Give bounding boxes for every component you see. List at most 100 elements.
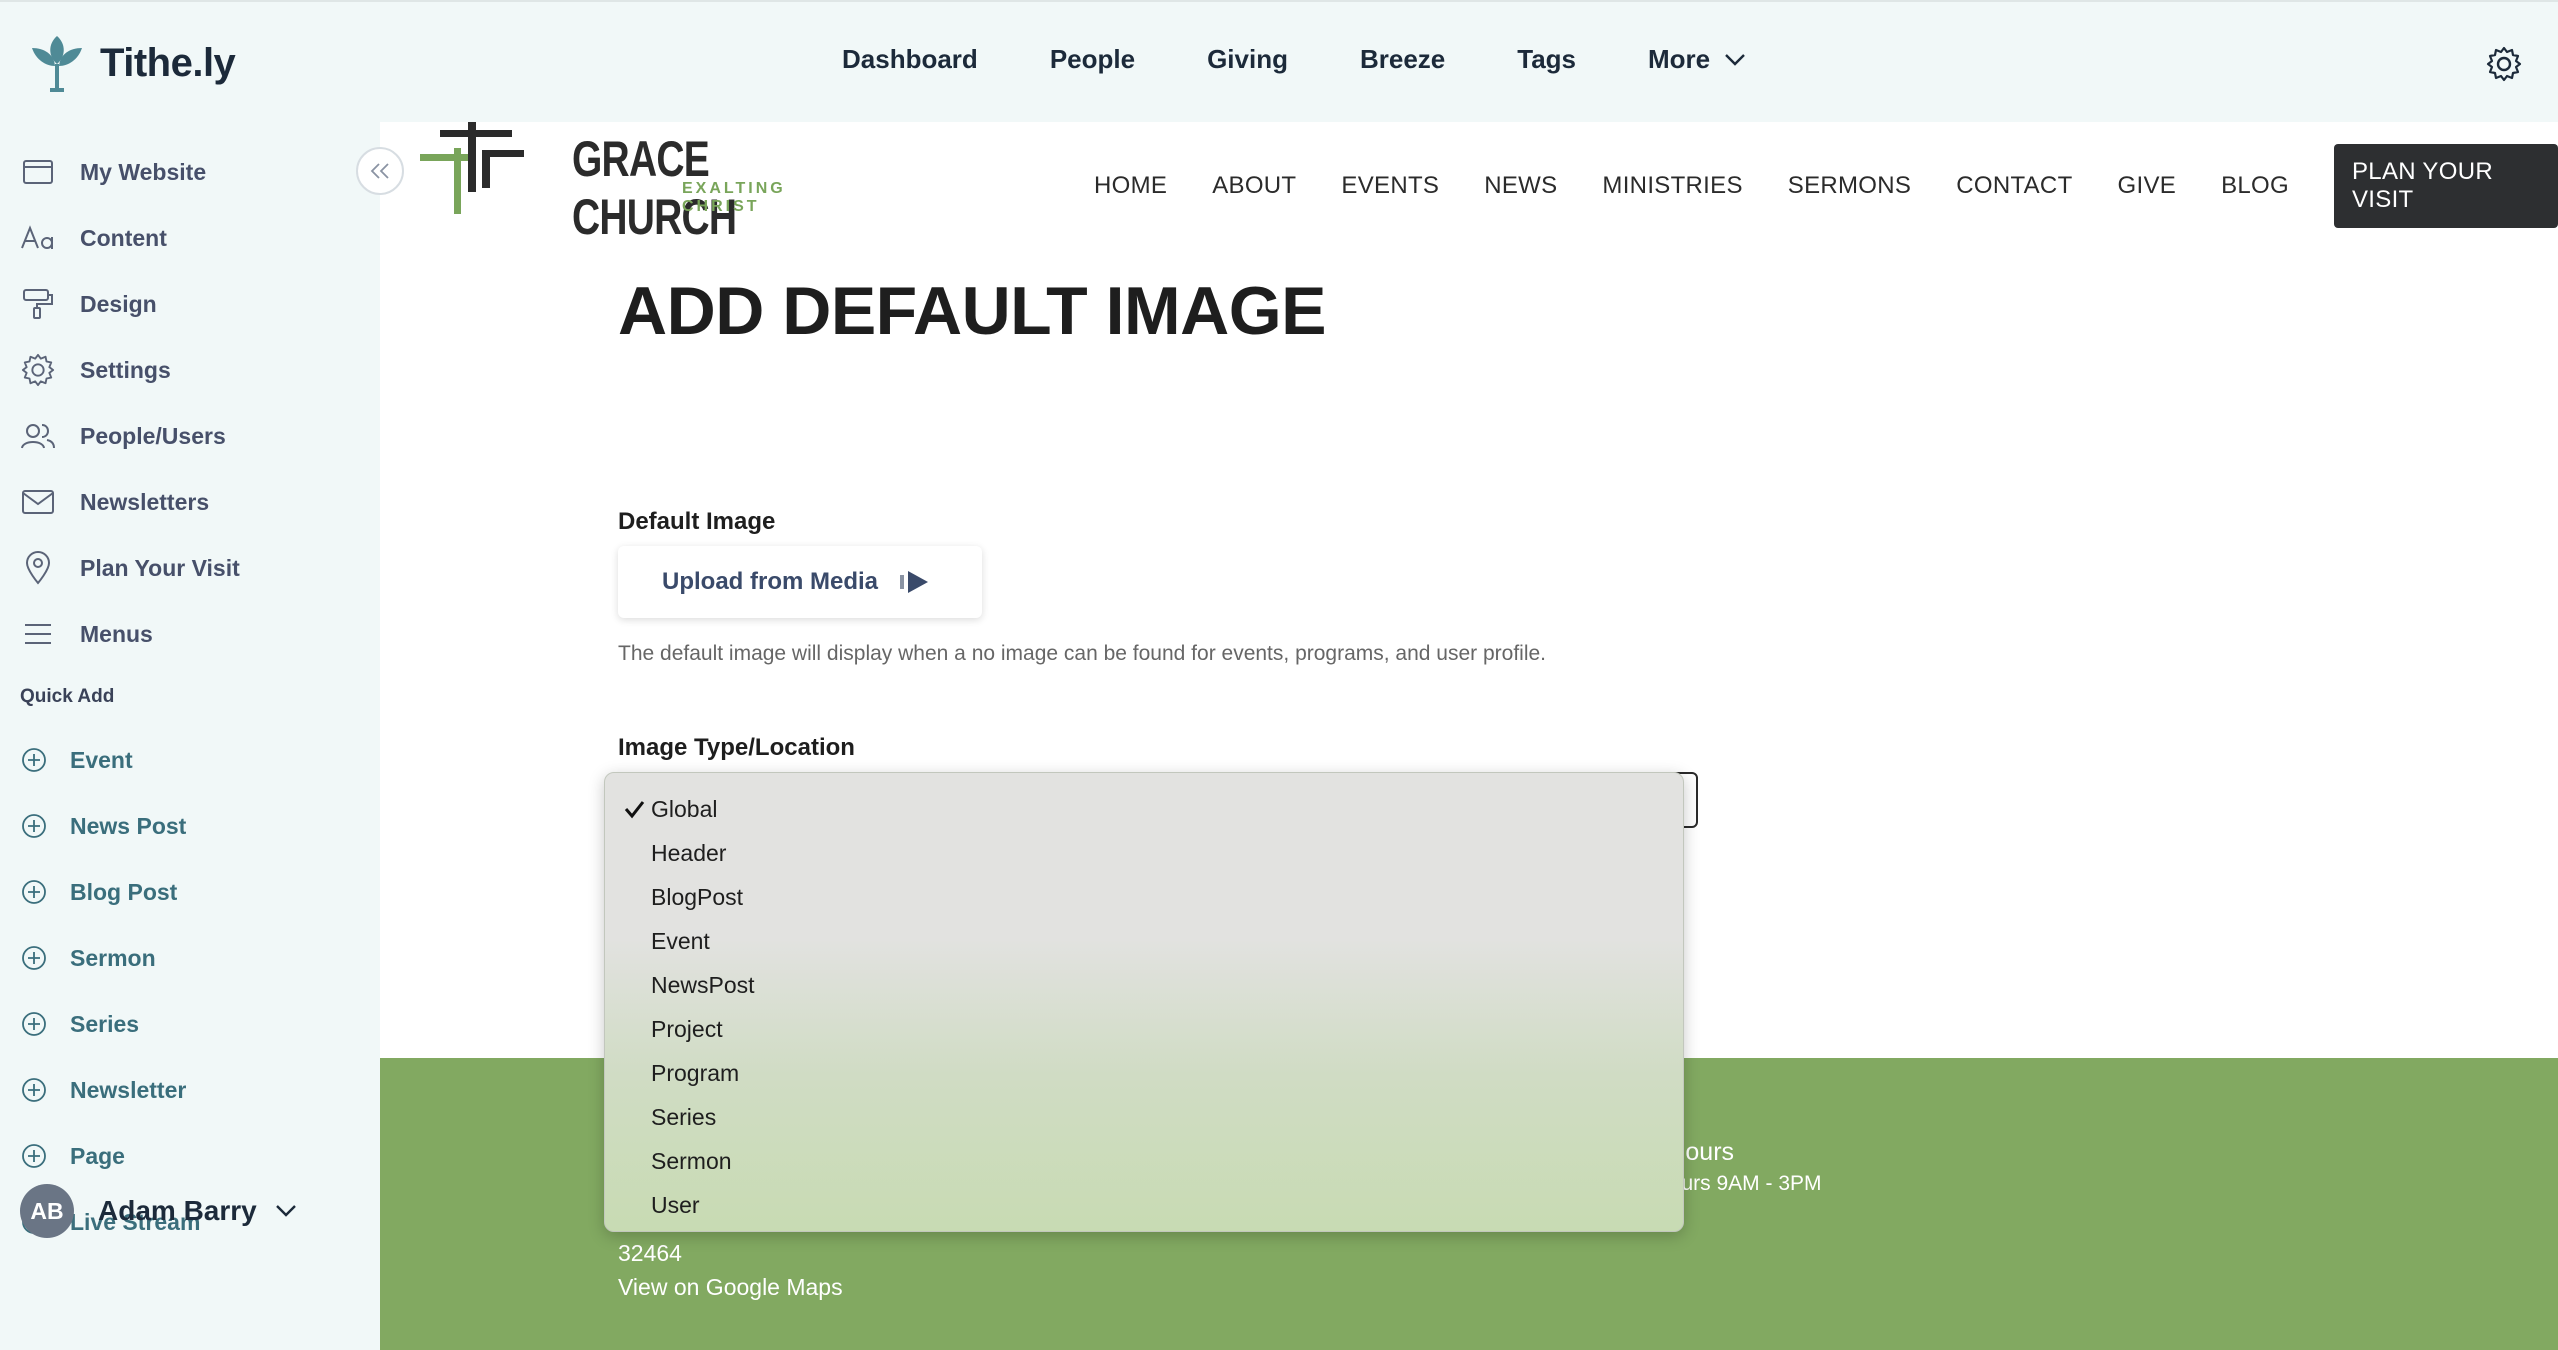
dropdown-option-label: BlogPost [651,883,744,910]
nav-people[interactable]: People [1050,44,1135,75]
sidebar-item-my-website[interactable]: My Website [20,150,206,194]
dropdown-option-user[interactable]: User [605,1183,1683,1227]
sidebar-item-newsletters[interactable]: Newsletters [20,480,209,524]
users-icon [20,418,56,454]
sidebar-item-people-users[interactable]: People/Users [20,414,226,458]
image-type-label: Image Type/Location [618,734,855,761]
sidebar-item-menus[interactable]: Menus [20,612,153,656]
dropdown-option-blogpost[interactable]: BlogPost [605,875,1683,919]
top-bar: Tithe.ly Dashboard People Giving Breeze … [0,0,2558,122]
quick-add-series[interactable]: Series [20,1004,139,1044]
top-nav: Dashboard People Giving Breeze Tags More [842,44,1746,75]
double-chevron-left-icon [370,163,389,179]
quick-add-label: News Post [70,812,187,839]
media-play-icon [900,571,929,593]
sidebar-item-label: My Website [80,158,207,185]
user-menu[interactable]: AB Adam Barry [20,1184,297,1238]
site-header: GRACE CHURCH EXALTING CHRIST HOME ABOUT … [380,122,2558,245]
plus-circle-icon [22,946,46,970]
dropdown-option-sermon[interactable]: Sermon [605,1139,1683,1183]
browser-window-icon [20,154,56,190]
dropdown-option-label: Global [651,795,718,822]
nav-breeze[interactable]: Breeze [1360,44,1445,75]
quick-add-news-post[interactable]: News Post [20,806,186,846]
site-nav-events[interactable]: EVENTS [1341,172,1439,200]
quick-add-label: Sermon [70,944,156,971]
nav-more[interactable]: More [1648,44,1746,75]
dropdown-option-project[interactable]: Project [605,1007,1683,1051]
paint-roller-icon [20,286,56,322]
quick-add-page[interactable]: Page [20,1136,125,1176]
quick-add-label: Event [70,746,133,773]
map-pin-icon [20,550,56,586]
plus-circle-icon [22,1078,46,1102]
cross-logo-icon [420,122,524,214]
typography-icon [20,220,56,256]
dropdown-option-program[interactable]: Program [605,1051,1683,1095]
checkmark-icon [624,801,645,819]
quick-add-newsletter[interactable]: Newsletter [20,1070,186,1110]
chevron-down-icon [1725,53,1745,66]
church-logo[interactable]: GRACE CHURCH EXALTING CHRIST [410,122,830,245]
plus-circle-icon [22,814,46,838]
dropdown-option-event[interactable]: Event [605,919,1683,963]
dropdown-option-label: Project [651,1015,723,1042]
gear-icon[interactable] [2486,46,2522,82]
sidebar-item-label: Design [80,290,157,317]
sidebar-item-label: Plan Your Visit [80,554,240,581]
dropdown-option-label: Header [651,839,727,866]
site-nav-home[interactable]: HOME [1094,172,1167,200]
dropdown-option-label: User [651,1191,700,1218]
site-nav-blog[interactable]: BLOG [2221,172,2289,200]
image-type-dropdown: Global Header BlogPost Event NewsPost Pr… [604,772,1684,1232]
quick-add-title: Quick Add [20,686,115,707]
nav-tags[interactable]: Tags [1517,44,1576,75]
nav-giving[interactable]: Giving [1207,44,1288,75]
sidebar-item-plan-your-visit[interactable]: Plan Your Visit [20,546,240,590]
sidebar-item-label: Newsletters [80,488,210,515]
plus-circle-icon [22,1144,46,1168]
dropdown-option-series[interactable]: Series [605,1095,1683,1139]
default-image-label: Default Image [618,508,776,535]
leaf-logo-icon [32,36,82,92]
dropdown-option-label: Sermon [651,1147,732,1174]
quick-add-label: Series [70,1010,140,1037]
collapse-sidebar-button[interactable] [356,147,404,195]
plan-your-visit-button[interactable]: PLAN YOUR VISIT [2334,144,2558,228]
quick-add-label: Page [70,1142,125,1169]
dropdown-option-global[interactable]: Global [605,787,1683,831]
site-nav-about[interactable]: ABOUT [1212,172,1296,200]
sidebar-item-settings[interactable]: Settings [20,348,171,392]
tithely-logo[interactable]: Tithe.ly [28,32,236,94]
sidebar-item-label: Content [80,224,167,251]
quick-add-event[interactable]: Event [20,740,133,780]
site-nav-ministries[interactable]: MINISTRIES [1602,172,1742,200]
footer-zip: 32464 [618,1240,682,1266]
sidebar-item-label: Menus [80,620,153,647]
site-nav-contact[interactable]: CONTACT [1956,172,2072,200]
quick-add-label: Newsletter [70,1076,187,1103]
dropdown-option-newspost[interactable]: NewsPost [605,963,1683,1007]
dropdown-option-label: Series [651,1103,717,1130]
site-nav-sermons[interactable]: SERMONS [1788,172,1911,200]
nav-dashboard[interactable]: Dashboard [842,44,978,75]
nav-more-label: More [1648,44,1711,74]
quick-add-sermon[interactable]: Sermon [20,938,156,978]
dropdown-option-header[interactable]: Header [605,831,1683,875]
site-nav-news[interactable]: NEWS [1484,172,1557,200]
upload-from-media-button[interactable]: Upload from Media [618,546,982,618]
hamburger-icon [20,616,56,652]
sidebar-item-design[interactable]: Design [20,282,157,326]
sidebar-item-content[interactable]: Content [20,216,167,260]
user-name: Adam Barry [98,1195,257,1226]
page-title: ADD DEFAULT IMAGE [618,273,1327,349]
church-tagline: EXALTING CHRIST [682,180,786,215]
quick-add-blog-post[interactable]: Blog Post [20,872,177,912]
site-nav-give[interactable]: GIVE [2118,172,2177,200]
upload-button-label: Upload from Media [662,568,879,595]
sidebar-item-label: Settings [80,356,171,383]
google-maps-link[interactable]: View on Google Maps [618,1274,843,1301]
dropdown-option-label: NewsPost [651,971,755,998]
sidebar: My Website Content Design Settings Peopl… [0,122,380,1350]
avatar: AB [20,1184,74,1238]
